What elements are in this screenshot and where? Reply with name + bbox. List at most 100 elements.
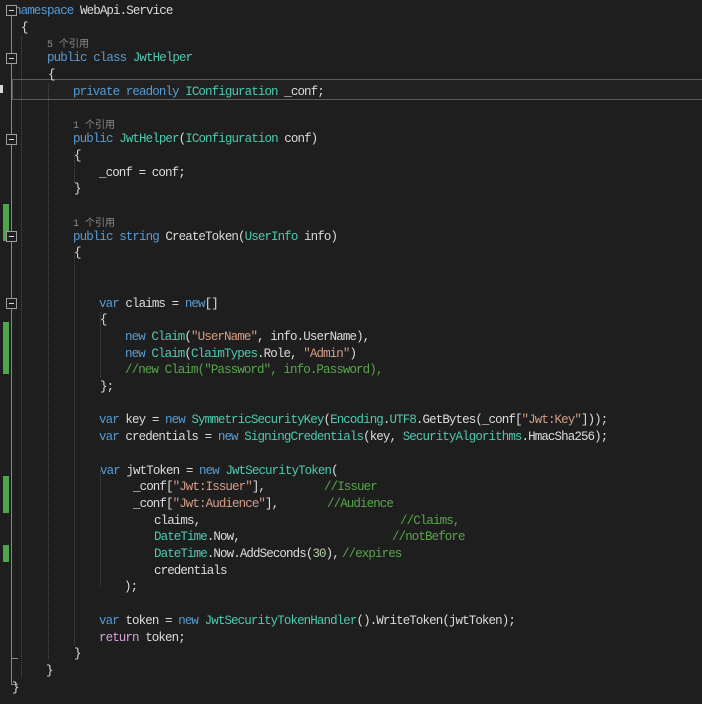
token: 30: [312, 547, 326, 561]
code-segment: var jwtToken = new JwtSecurityToken(: [100, 463, 339, 479]
code-segment: //Issuer: [324, 480, 378, 495]
token: credentials: [154, 563, 228, 578]
code-segment: var token = new JwtSecurityTokenHandler(…: [99, 613, 516, 629]
token: }: [74, 182, 81, 197]
token: key =: [118, 413, 166, 428]
token: 1 个引用: [73, 121, 116, 133]
token: Encoding: [330, 413, 384, 428]
code-line[interactable]: {: [0, 313, 702, 330]
code-line[interactable]: var key = new SymmetricSecurityKey(Encod…: [0, 413, 702, 430]
code-line[interactable]: _conf = conf;: [0, 166, 702, 183]
token: //expires: [342, 547, 402, 561]
token: //notBefore: [392, 530, 466, 545]
code-area[interactable]: namespace WebApi.Service{5 个引用 public cla…: [0, 0, 702, 704]
fold-toggle-collapse-icon[interactable]: [6, 134, 17, 145]
code-line[interactable]: //new Claim("Password", info.Password),: [0, 363, 702, 380]
code-segment: var credentials = new SigningCredentials…: [99, 430, 608, 445]
code-segment: {: [74, 149, 81, 164]
code-segment: public class JwtHelper: [47, 51, 193, 66]
code-line[interactable]: };: [0, 380, 702, 397]
code-line[interactable]: DateTime.Now, //notBefore: [0, 530, 702, 547]
token: var: [99, 413, 120, 428]
token: return: [99, 630, 140, 645]
code-line[interactable]: var jwtToken = new JwtSecurityToken(: [0, 464, 702, 481]
token: JwtHelper: [119, 132, 179, 147]
token: }: [12, 680, 19, 695]
fold-toggle-collapse-icon[interactable]: [6, 231, 17, 242]
fold-toggle-collapse-icon[interactable]: [6, 53, 17, 64]
code-line[interactable]: }: [0, 647, 702, 664]
code-segment: {: [48, 68, 55, 83]
token: _conf = conf;: [99, 165, 186, 180]
code-segment: credentials: [154, 563, 228, 579]
token: ],: [251, 480, 266, 495]
code-line[interactable]: {: [0, 149, 702, 166]
token: token =: [118, 613, 179, 628]
token: CreateToken(: [165, 229, 245, 244]
token: //Claims,: [400, 513, 460, 528]
token: DateTime: [154, 547, 208, 561]
code-line[interactable]: _conf["Jwt:Audience"], //Audience: [0, 497, 702, 514]
token: new: [184, 296, 206, 311]
code-line[interactable]: public string CreateToken(UserInfo info): [0, 230, 702, 247]
token: new: [165, 413, 186, 428]
code-line[interactable]: {: [0, 21, 702, 38]
code-line[interactable]: );: [0, 580, 702, 597]
code-line[interactable]: credentials: [0, 564, 702, 581]
code-segment: claims,: [154, 514, 201, 529]
code-segment: public string CreateToken(UserInfo info): [73, 229, 338, 245]
fold-toggle-collapse-icon[interactable]: [6, 5, 17, 16]
token: UTF8: [389, 413, 417, 428]
code-segment: public JwtHelper(IConfiguration conf): [73, 132, 318, 147]
token: {: [100, 313, 107, 328]
code-line[interactable]: {: [0, 68, 702, 85]
code-line[interactable]: claims, //Claims,: [0, 514, 702, 531]
code-segment: _conf = conf;: [99, 165, 186, 181]
code-line[interactable]: new Claim(ClaimTypes.Role, "Admin"): [0, 347, 702, 364]
token: info): [297, 229, 338, 244]
code-line[interactable]: public JwtHelper(IConfiguration conf): [0, 132, 702, 149]
token: ): [349, 346, 357, 361]
code-line[interactable]: _conf["Jwt:Issuer"], //Issuer: [0, 480, 702, 497]
token: {: [21, 20, 28, 35]
token: conf): [277, 132, 318, 147]
code-line[interactable]: new Claim("UserName", info.UserName),: [0, 330, 702, 347]
code-line[interactable]: }: [0, 664, 702, 681]
code-segment: namespace WebApi.Service: [14, 4, 173, 19]
code-segment: var claims = new[]: [99, 296, 219, 312]
token: .: [382, 413, 390, 428]
token: new: [199, 463, 220, 478]
code-line[interactable]: namespace WebApi.Service: [0, 4, 702, 21]
code-line[interactable]: private readonly IConfiguration _conf;: [0, 85, 702, 102]
token: "Jwt:Key": [521, 413, 582, 428]
token: ),: [325, 547, 340, 561]
token: 5 个引用: [47, 40, 90, 52]
code-line[interactable]: var claims = new[]: [0, 297, 702, 314]
fold-toggle-collapse-icon[interactable]: [6, 298, 17, 309]
token: namespace: [14, 4, 74, 18]
code-line[interactable]: public class JwtHelper: [0, 51, 702, 68]
code-line[interactable]: DateTime.Now.AddSeconds(30),//expires: [0, 547, 702, 564]
code-editor: namespace WebApi.Service{5 个引用 public cla…: [0, 0, 702, 704]
code-line[interactable]: {: [0, 246, 702, 263]
token: {: [74, 246, 81, 261]
code-segment: };: [100, 380, 114, 395]
code-segment: //new Claim("Password", info.Password),: [125, 363, 383, 378]
code-line[interactable]: }: [0, 681, 702, 698]
token: var: [99, 430, 120, 445]
code-segment: //Audience: [327, 496, 394, 512]
code-line[interactable]: }: [0, 182, 702, 199]
code-segment: }: [12, 681, 19, 696]
code-line[interactable]: return token;: [0, 631, 702, 648]
code-line[interactable]: var credentials = new SigningCredentials…: [0, 430, 702, 447]
token: new: [178, 613, 199, 628]
code-segment: new Claim("UserName", info.UserName),: [125, 330, 370, 345]
token: credentials =: [118, 430, 218, 445]
code-line[interactable]: var token = new JwtSecurityTokenHandler(…: [0, 614, 702, 631]
token: Claim: [151, 346, 185, 361]
token: );: [124, 580, 138, 595]
token: 1 个引用: [73, 218, 116, 230]
token: {: [48, 68, 55, 83]
token: .GetBytes(_conf[: [415, 413, 523, 428]
token: //Audience: [327, 496, 394, 511]
